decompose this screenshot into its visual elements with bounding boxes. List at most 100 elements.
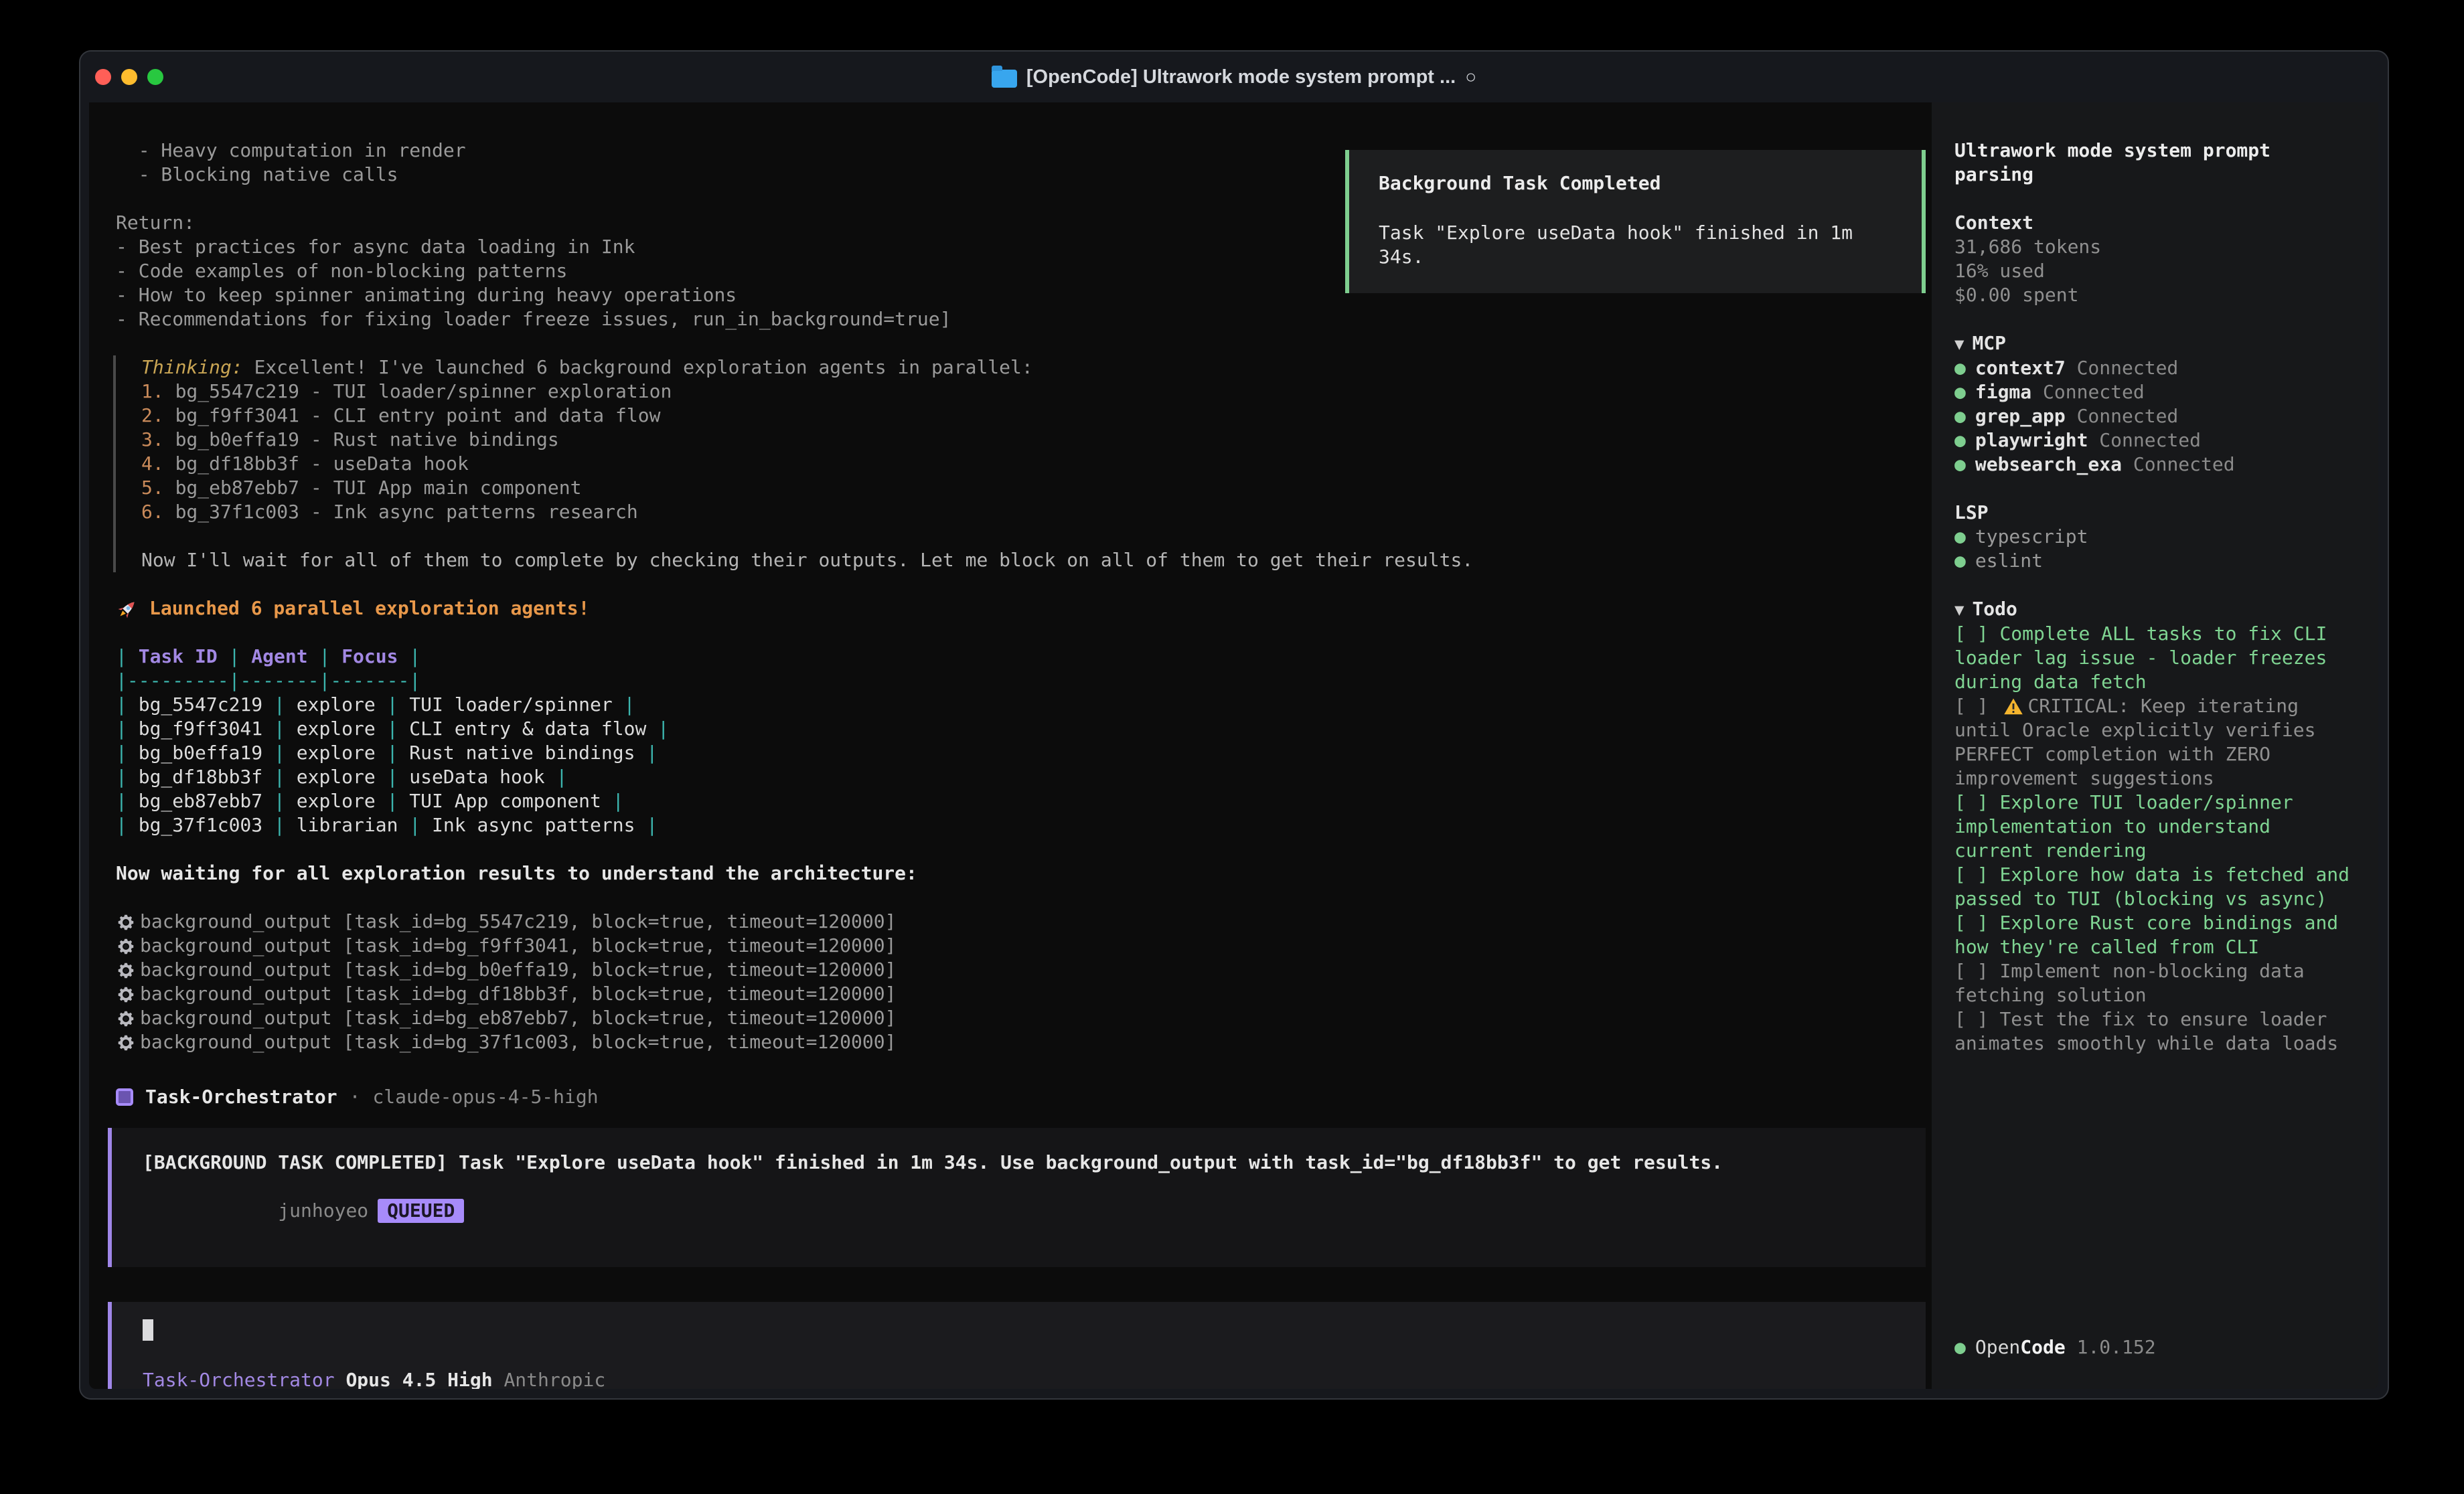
table-row: | bg_b0effa19 | explore | Rust native bi… [116, 741, 1932, 765]
tool-call-line: background_output [task_id=bg_df18bb3f, … [116, 982, 1932, 1006]
tool-call-line: background_output [task_id=bg_37f1c003, … [116, 1030, 1932, 1054]
thinking-block: Thinking: Excellent! I've launched 6 bac… [113, 355, 1932, 572]
context-stat: 16% used [1954, 259, 2360, 283]
warning-icon [1999, 695, 2027, 717]
launch-announcement: Launched 6 parallel exploration agents! [116, 596, 1932, 620]
lsp-item: ●eslint [1954, 549, 2360, 573]
queued-badge: QUEUED [378, 1199, 464, 1223]
rocket-icon [116, 596, 139, 620]
blank-line [116, 837, 1932, 861]
tool-call-line: background_output [task_id=bg_eb87ebb7, … [116, 1006, 1932, 1030]
waiting-line: Now waiting for all exploration results … [116, 861, 1932, 886]
todo-item: [ ] Explore Rust core bindings and how t… [1954, 911, 2360, 959]
sidebar: Ultrawork mode system prompt parsing Con… [1932, 102, 2378, 1389]
thinking-list-item: 6. bg_37f1c003 - Ink async patterns rese… [141, 500, 1932, 524]
toast-body: Task "Explore useData hook" finished in … [1379, 221, 1892, 269]
folder-icon [992, 70, 1017, 88]
gear-icon [116, 1030, 140, 1054]
agent-icon [116, 1088, 133, 1106]
input-provider-name: Anthropic [504, 1369, 605, 1389]
mcp-heading: ▼MCP [1954, 331, 2360, 356]
todo-item: [ ] Complete ALL tasks to fix CLI loader… [1954, 622, 2360, 694]
close-button[interactable] [95, 69, 111, 85]
blank-line [1954, 187, 2360, 211]
completed-meta: junhoyeo QUEUED [143, 1175, 1899, 1247]
todo-item: [ ] Explore TUI loader/spinner implement… [1954, 791, 2360, 863]
session-title: Ultrawork mode system prompt parsing [1954, 139, 2360, 187]
app-version: 1.0.152 [2066, 1336, 2156, 1358]
desktop: [OpenCode] Ultrawork mode system prompt … [0, 0, 2464, 1494]
input-meta-row: Task-Orchestrator Opus 4.5 High Anthropi… [143, 1369, 1899, 1389]
toast-notification[interactable]: Background Task Completed Task "Explore … [1345, 150, 1926, 293]
mcp-item: ●websearch_exa Connected [1954, 452, 2360, 477]
blank-line [1954, 477, 2360, 501]
context-stat: 31,686 tokens [1954, 235, 2360, 259]
thinking-wait-line: Now I'll wait for all of them to complet… [141, 548, 1932, 572]
thinking-list-item: 4. bg_df18bb3f - useData hook [141, 452, 1932, 476]
window-title-group: [OpenCode] Ultrawork mode system prompt … [992, 66, 1476, 88]
context-stat: $0.00 spent [1954, 283, 2360, 307]
queued-user: junhoyeo [278, 1199, 368, 1222]
log-line: - Recommendations for fixing loader free… [116, 307, 1932, 331]
toast-title: Background Task Completed [1379, 171, 1892, 195]
mcp-item: ●context7 Connected [1954, 356, 2360, 380]
completed-message: [BACKGROUND TASK COMPLETED] Task "Explor… [143, 1151, 1899, 1175]
blank-line [1954, 307, 2360, 331]
blank-line [116, 1054, 1932, 1078]
gear-icon [116, 910, 140, 934]
blank-line [116, 620, 1932, 645]
agent-header: Task-Orchestrator·claude-opus-4-5-high [116, 1085, 1932, 1109]
sidebar-sections: Context31,686 tokens16% used$0.00 spent ▼… [1954, 187, 2360, 1056]
mcp-item: ●grep_app Connected [1954, 404, 2360, 428]
table-row: | bg_df18bb3f | explore | useData hook | [116, 765, 1932, 789]
table-row: | bg_5547c219 | explore | TUI loader/spi… [116, 693, 1932, 717]
gear-icon [116, 934, 140, 958]
blank-line [116, 886, 1932, 910]
thinking-list-item: 3. bg_b0effa19 - Rust native bindings [141, 428, 1932, 452]
window-content: - Heavy computation in render - Blocking… [89, 102, 2378, 1389]
thinking-list-item: 1. bg_5547c219 - TUI loader/spinner expl… [141, 380, 1932, 404]
sidebar-footer: ●OpenCode 1.0.152 [1954, 1335, 2156, 1359]
todo-heading: ▼Todo [1954, 597, 2360, 622]
minimize-button[interactable] [121, 69, 137, 85]
mcp-item: ●figma Connected [1954, 380, 2360, 404]
context-heading: Context [1954, 211, 2360, 235]
thinking-list-item: 2. bg_f9ff3041 - CLI entry point and dat… [141, 404, 1932, 428]
todo-item: [ ] Test the fix to ensure loader animat… [1954, 1007, 2360, 1056]
blank-line [141, 524, 1932, 548]
modified-indicator-icon: ○ [1465, 66, 1476, 88]
titlebar: [OpenCode] Ultrawork mode system prompt … [80, 52, 2388, 102]
traffic-lights [95, 52, 163, 102]
table-row: | bg_f9ff3041 | explore | CLI entry & da… [116, 717, 1932, 741]
status-dot-icon: ● [1954, 1336, 1966, 1358]
terminal-main: - Heavy computation in render - Blocking… [89, 102, 1932, 1389]
tool-call-line: background_output [task_id=bg_b0effa19, … [116, 958, 1932, 982]
todo-item: [ ] CRITICAL: Keep iterating until Oracl… [1954, 694, 2360, 791]
background-task-completed-block: [BACKGROUND TASK COMPLETED] Task "Explor… [108, 1128, 1926, 1267]
tool-call-line: background_output [task_id=bg_f9ff3041, … [116, 934, 1932, 958]
window-title: [OpenCode] Ultrawork mode system prompt … [1026, 66, 1456, 88]
table-separator-row: |---------|-------|-------| [116, 669, 1932, 693]
app-window: [OpenCode] Ultrawork mode system prompt … [79, 50, 2389, 1400]
text-cursor [143, 1319, 153, 1341]
thinking-label-line: Thinking: Excellent! I've launched 6 bac… [141, 355, 1932, 380]
blank-line [116, 331, 1932, 355]
todo-item: [ ] Implement non-blocking data fetching… [1954, 959, 2360, 1007]
brand-name: Open [1975, 1336, 2020, 1358]
maximize-button[interactable] [147, 69, 163, 85]
gear-icon [116, 1006, 140, 1030]
tool-call-line: background_output [task_id=bg_5547c219, … [116, 910, 1932, 934]
table-row: | bg_eb87ebb7 | explore | TUI App compon… [116, 789, 1932, 813]
gear-icon [116, 958, 140, 982]
blank-line [1954, 573, 2360, 597]
thinking-list-item: 5. bg_eb87ebb7 - TUI App main component [141, 476, 1932, 500]
blank-line [116, 572, 1932, 596]
mcp-item: ●playwright Connected [1954, 428, 2360, 452]
lsp-heading: LSP [1954, 501, 2360, 525]
table-row: | bg_37f1c003 | librarian | Ink async pa… [116, 813, 1932, 837]
todo-item: [ ] Explore how data is fetched and pass… [1954, 863, 2360, 911]
table-header-row: | Task ID | Agent | Focus | [116, 645, 1932, 669]
prompt-input[interactable]: Task-Orchestrator Opus 4.5 High Anthropi… [108, 1302, 1926, 1389]
input-model-name: Opus 4.5 High [345, 1369, 492, 1389]
lsp-item: ●typescript [1954, 525, 2360, 549]
